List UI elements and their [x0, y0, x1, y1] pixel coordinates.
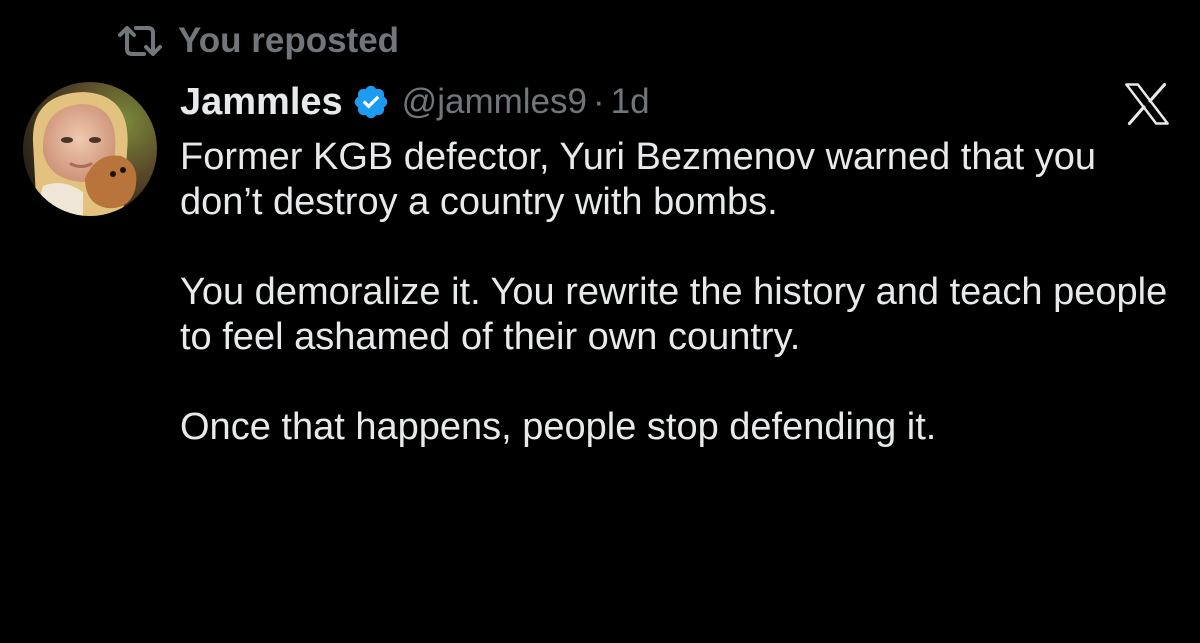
- repost-indicator: You reposted: [114, 18, 399, 64]
- x-logo-icon: [1125, 83, 1169, 125]
- tweet-paragraph: You demoralize it. You rewrite the histo…: [180, 271, 1168, 358]
- repost-icon: [118, 26, 162, 56]
- repost-label: You reposted: [178, 21, 400, 60]
- tweet-header: Jammles @jammles9 · 1d: [180, 78, 650, 126]
- avatar-image: [23, 82, 157, 216]
- verified-badge-icon: [354, 85, 387, 119]
- separator-dot: ·: [592, 82, 605, 121]
- author-name[interactable]: Jammles: [180, 78, 343, 126]
- tweet-paragraph: Once that happens, people stop defending…: [180, 406, 937, 448]
- author-handle[interactable]: @jammles9: [402, 78, 587, 126]
- timestamp[interactable]: 1d: [611, 78, 650, 126]
- tweet-paragraph: Former KGB defector, Yuri Bezmenov warne…: [180, 136, 1096, 223]
- tweet-text: Former KGB defector, Yuri Bezmenov warne…: [180, 135, 1185, 495]
- avatar[interactable]: [23, 82, 157, 216]
